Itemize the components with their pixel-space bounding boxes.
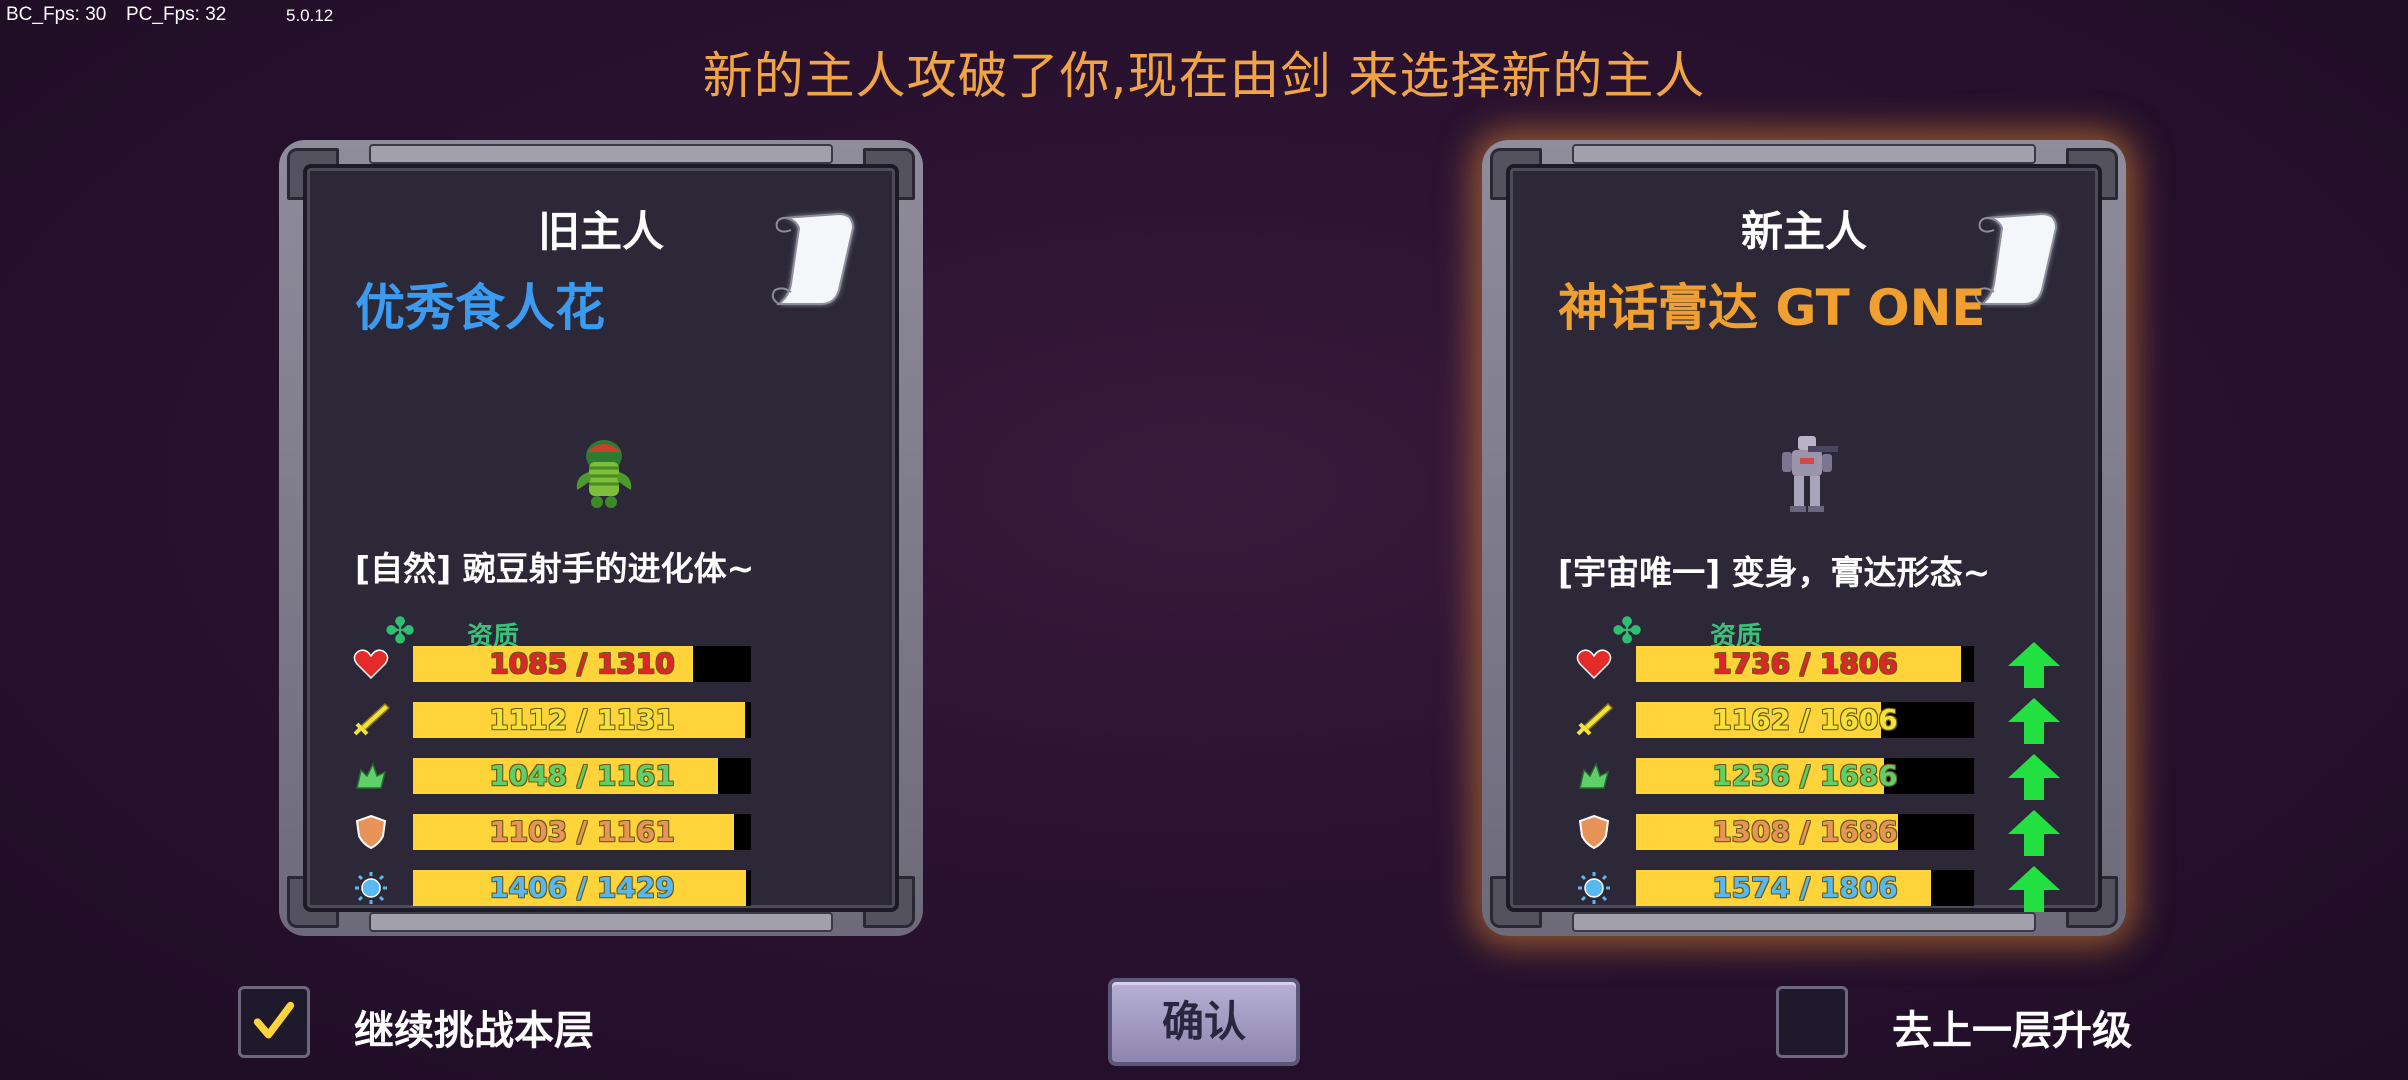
continue-checkbox[interactable] xyxy=(238,986,310,1058)
magic-bar: 1406 / 1429 xyxy=(413,870,751,906)
sun-icon xyxy=(1578,872,1610,904)
boot-icon xyxy=(1579,762,1610,789)
up-arrow-icon xyxy=(2008,698,2060,744)
version-label: 5.0.12 xyxy=(286,6,334,25)
attack-bar: 1162 / 1606 xyxy=(1636,702,1974,738)
hp-value: 1736 / 1806 xyxy=(1712,647,1898,680)
attack-stat: 1112 / 1131 xyxy=(351,702,771,738)
magic-stat: 1406 / 1429 xyxy=(351,870,771,906)
page-title: 新的主人攻破了你,现在由剑 来选择新的主人 xyxy=(702,47,1706,105)
new-owner-name: 神话膏达 GT ONE xyxy=(1558,279,1986,337)
up-arrow-icon xyxy=(2008,866,2060,912)
attack-value: 1112 / 1131 xyxy=(489,703,675,736)
hp-bar: 1736 / 1806 xyxy=(1636,646,1974,682)
defense-stat: 1308 / 1686 xyxy=(1574,810,2094,856)
shield-icon xyxy=(1578,814,1610,850)
piranha-plant-sprite xyxy=(576,440,632,508)
shield-icon xyxy=(355,814,387,850)
speed-stat: 1236 / 1686 xyxy=(1574,754,2094,800)
mecha-sprite xyxy=(1782,436,1838,512)
pc-fps-label: PC_Fps: 32 xyxy=(126,4,227,25)
attack-bar: 1112 / 1131 xyxy=(413,702,751,738)
magic-value: 1574 / 1806 xyxy=(1712,871,1898,904)
bc-fps-label: BC_Fps: 30 xyxy=(6,4,107,25)
sword-icon xyxy=(353,702,391,736)
new-owner-card[interactable]: 新主人 神话膏达 GT ONE [宇宙唯一] 变身，膏达形态~ ✤ 资质 173… xyxy=(1482,140,2126,936)
heart-icon xyxy=(353,649,389,680)
boot-icon xyxy=(356,762,387,789)
old-owner-name: 优秀食人花 xyxy=(355,279,605,337)
hp-bar: 1085 / 1310 xyxy=(413,646,751,682)
hp-stat: 1736 / 1806 xyxy=(1574,642,2094,688)
upgrade-checkbox-label[interactable]: 去上一层升级 xyxy=(1892,998,2132,1056)
upgrade-checkbox[interactable] xyxy=(1776,986,1848,1058)
defense-bar: 1308 / 1686 xyxy=(1636,814,1974,850)
defense-value: 1103 / 1161 xyxy=(489,815,675,848)
confirm-button[interactable]: 确认 xyxy=(1108,978,1300,1066)
speed-value: 1236 / 1686 xyxy=(1712,759,1898,792)
checkmark-icon xyxy=(253,1001,295,1039)
speed-bar: 1048 / 1161 xyxy=(413,758,751,794)
defense-bar: 1103 / 1161 xyxy=(413,814,751,850)
defense-value: 1308 / 1686 xyxy=(1712,815,1898,848)
scroll-icon[interactable] xyxy=(1972,208,2064,308)
magic-bar: 1574 / 1806 xyxy=(1636,870,1974,906)
hp-stat: 1085 / 1310 xyxy=(351,646,771,682)
sun-icon xyxy=(355,872,387,904)
continue-checkbox-label[interactable]: 继续挑战本层 xyxy=(354,998,594,1056)
old-owner-card: 旧主人 优秀食人花 [自然] 豌豆射手的进化体~ ✤ 资质 1085 / 131… xyxy=(279,140,923,936)
defense-stat: 1103 / 1161 xyxy=(351,814,771,850)
attack-value: 1162 / 1606 xyxy=(1712,703,1898,736)
hp-value: 1085 / 1310 xyxy=(489,647,675,680)
up-arrow-icon xyxy=(2008,810,2060,856)
magic-stat: 1574 / 1806 xyxy=(1574,866,2094,912)
old-owner-description: [自然] 豌豆射手的进化体~ xyxy=(355,549,755,588)
sword-icon xyxy=(1576,702,1614,736)
attack-stat: 1162 / 1606 xyxy=(1574,698,2094,744)
speed-bar: 1236 / 1686 xyxy=(1636,758,1974,794)
up-arrow-icon xyxy=(2008,754,2060,800)
up-arrow-icon xyxy=(2008,642,2060,688)
heart-icon xyxy=(1576,649,1612,680)
new-owner-description: [宇宙唯一] 变身，膏达形态~ xyxy=(1558,553,1991,592)
magic-value: 1406 / 1429 xyxy=(489,871,675,904)
speed-value: 1048 / 1161 xyxy=(489,759,675,792)
scroll-icon[interactable] xyxy=(769,208,861,308)
speed-stat: 1048 / 1161 xyxy=(351,758,771,794)
